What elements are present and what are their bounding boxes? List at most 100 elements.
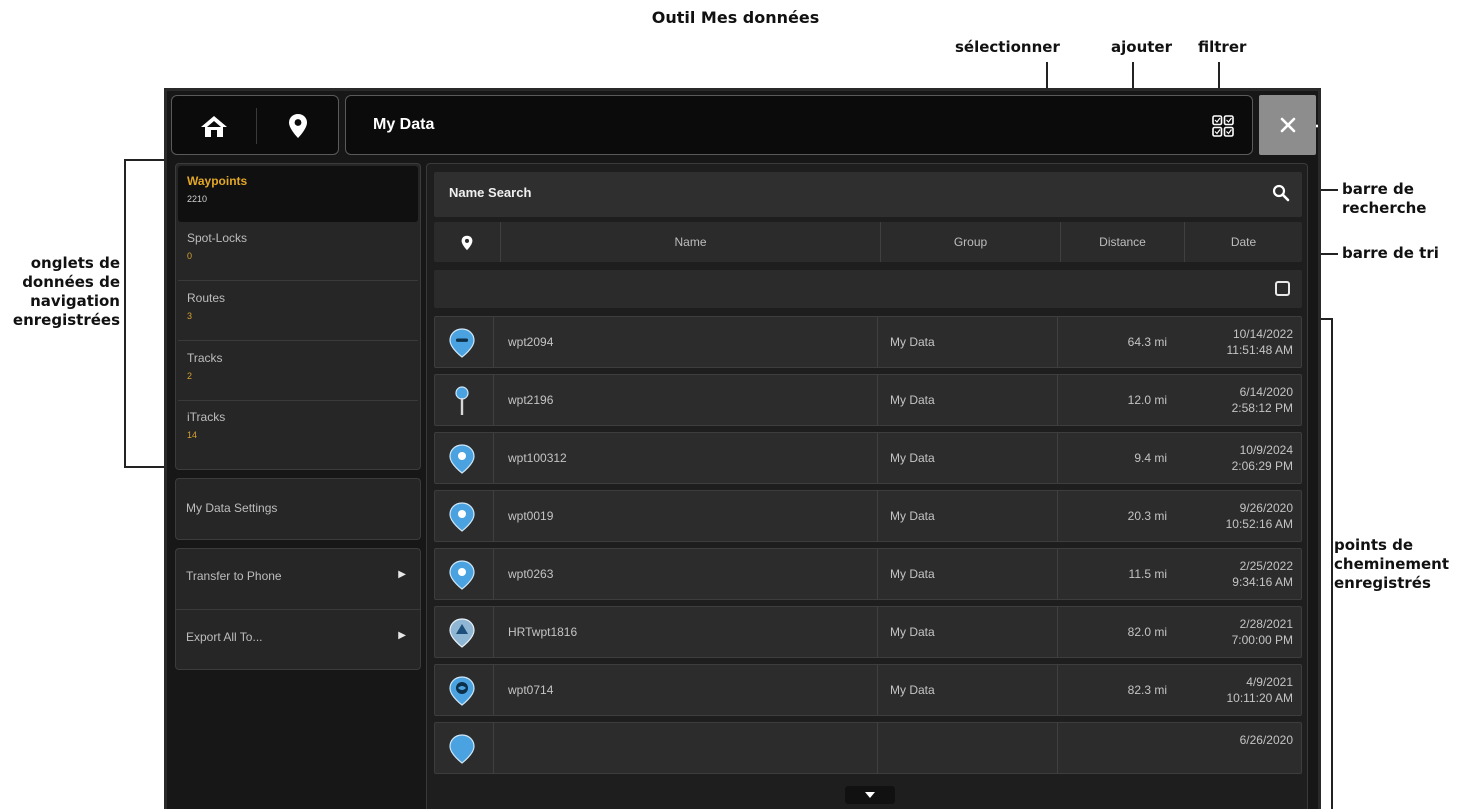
waypoint-name: wpt0714 — [493, 665, 877, 715]
waypoint-group: My Data — [877, 607, 1057, 657]
waypoint-date: 6/26/2020 — [1177, 723, 1301, 773]
close-button[interactable] — [1259, 95, 1316, 155]
waypoint-date: 4/9/2021 10:11:20 AM — [1177, 665, 1301, 715]
tab-count: 3 — [187, 311, 193, 321]
search-bar-annotation: barre de recherche — [1342, 180, 1427, 217]
waypoint-group: My Data — [877, 433, 1057, 483]
waypoint-name: wpt100312 — [493, 433, 877, 483]
waypoints-annotation: points de cheminement enregistrés — [1334, 536, 1450, 592]
waypoint-date-time: 9:34:16 AM — [1232, 575, 1293, 589]
select-button[interactable] — [1194, 96, 1252, 156]
my-data-settings-button[interactable]: My Data Settings — [175, 478, 421, 540]
figure-title: Outil Mes données — [651, 8, 820, 27]
tab-tracks[interactable]: Tracks 2 — [178, 343, 418, 401]
tab-count: 14 — [187, 430, 198, 440]
table-row[interactable]: wpt2196 My Data 12.0 mi 6/14/2020 2:58:12 PM — [434, 374, 1302, 426]
sort-date-column[interactable]: Date — [1184, 222, 1302, 262]
waypoint-date: 10/9/2024 2:06:29 PM — [1177, 433, 1301, 483]
waypoint-name: wpt2196 — [493, 375, 877, 425]
waypoint-group: My Data — [877, 375, 1057, 425]
tab-label: Tracks — [187, 351, 223, 365]
select-all-checkbox[interactable] — [1275, 281, 1290, 296]
sort-name-column[interactable]: Name — [500, 222, 880, 262]
waypoint-distance: 12.0 mi — [1057, 375, 1177, 425]
export-all-button[interactable]: Export All To... ▶ — [176, 609, 420, 669]
chevron-right-icon: ▶ — [398, 569, 406, 580]
waypoint-date-day: 2/25/2022 — [1239, 559, 1293, 573]
waypoint-date-day: 10/9/2024 — [1239, 443, 1293, 457]
sort-distance-column[interactable]: Distance — [1060, 222, 1184, 262]
waypoint-group: My Data — [877, 491, 1057, 541]
waypoint-group: My Data — [877, 665, 1057, 715]
top-bar: My Data — [171, 95, 1318, 156]
tab-routes[interactable]: Routes 3 — [178, 283, 418, 341]
waypoint-date: 10/14/2022 11:51:48 AM — [1177, 317, 1301, 367]
waypoint-circle-icon — [449, 734, 475, 764]
chevron-right-icon: ▶ — [398, 630, 406, 641]
table-row[interactable]: wpt0714 My Data 82.3 mi 4/9/2021 10:11:20 AM — [434, 664, 1302, 716]
waypoint-date-time: 10:11:20 AM — [1226, 691, 1294, 705]
tab-count: 2 — [187, 371, 193, 381]
waypoint-date: 6/14/2020 2:58:12 PM — [1177, 375, 1301, 425]
waypoint-drop-icon — [449, 444, 475, 474]
waypoint-pin-icon — [461, 235, 473, 251]
actions-panel: Transfer to Phone ▶ Export All To... ▶ — [175, 548, 421, 670]
waypoint-distance: 82.3 mi — [1057, 665, 1177, 715]
tab-label: iTracks — [187, 410, 226, 424]
home-button[interactable] — [172, 96, 256, 156]
waypoint-distance: 9.4 mi — [1057, 433, 1177, 483]
waypoint-drop-icon — [449, 502, 475, 532]
tabs-bracket-vertical — [124, 159, 126, 467]
select-all-bar — [434, 270, 1302, 308]
name-search-bar[interactable]: Name Search — [434, 172, 1302, 217]
search-label: Name Search — [449, 185, 532, 200]
waypoint-date-time: 10:52:16 AM — [1225, 517, 1293, 531]
waypoint-name: wpt2094 — [493, 317, 877, 367]
waypoint-date-day: 10/14/2022 — [1232, 327, 1293, 341]
table-row[interactable]: HRTwpt1816 My Data 82.0 mi 2/28/2021 7:00:00… — [434, 606, 1302, 658]
tab-spot-locks[interactable]: Spot-Locks 0 — [178, 223, 418, 281]
waypoint-date-day: 9/26/2020 — [1239, 501, 1293, 515]
scroll-down-button[interactable] — [845, 786, 895, 804]
waypoint-button[interactable] — [256, 96, 340, 156]
table-row[interactable]: 6/26/2020 — [434, 722, 1302, 774]
waypoint-date-time: 2:06:29 PM — [1231, 459, 1293, 473]
top-bar-nav-group — [171, 95, 339, 155]
waypoint-date-time: 2:58:12 PM — [1231, 401, 1293, 415]
waypoint-date-day: 6/26/2020 — [1239, 733, 1293, 747]
waypoint-group — [877, 723, 1057, 773]
select-annotation: sélectionner — [955, 38, 1060, 56]
waypoint-distance: 20.3 mi — [1057, 491, 1177, 541]
pushpin-icon — [455, 386, 469, 415]
search-icon[interactable] — [1272, 184, 1290, 202]
waypoints-bracket-vertical — [1331, 318, 1333, 809]
tab-waypoints[interactable]: Waypoints 2210 — [178, 166, 418, 222]
sort-icon-column[interactable] — [434, 222, 500, 262]
waypoint-distance: 64.3 mi — [1057, 317, 1177, 367]
waypoint-group: My Data — [877, 317, 1057, 367]
waypoint-group: My Data — [877, 549, 1057, 599]
waypoint-date: 2/25/2022 9:34:16 AM — [1177, 549, 1301, 599]
tab-itracks[interactable]: iTracks 14 — [178, 402, 418, 460]
waypoint-distance — [1057, 723, 1177, 773]
table-row[interactable]: wpt0019 My Data 20.3 mi 9/26/2020 10:52:16 A… — [434, 490, 1302, 542]
home-icon — [201, 116, 227, 137]
waypoint-date: 9/26/2020 10:52:16 AM — [1177, 491, 1301, 541]
action-label: Transfer to Phone — [186, 569, 282, 583]
my-data-screen: My Data Waypoints 2210 Spot-Locks 0 Rout… — [164, 88, 1321, 809]
waypoint-date-day: 6/14/2020 — [1239, 385, 1293, 399]
sort-bar-annotation: barre de tri — [1342, 244, 1439, 262]
waypoint-name — [493, 723, 877, 773]
settings-label: My Data Settings — [186, 501, 278, 515]
table-row[interactable]: wpt0263 My Data 11.5 mi 2/25/2022 9:34:16 AM — [434, 548, 1302, 600]
waypoint-fish-icon — [449, 676, 475, 706]
tab-count: 0 — [187, 251, 193, 261]
chevron-down-icon — [865, 792, 875, 798]
waypoint-name: wpt0019 — [493, 491, 877, 541]
table-row[interactable]: wpt100312 My Data 9.4 mi 10/9/2024 2:06:29 P… — [434, 432, 1302, 484]
transfer-to-phone-button[interactable]: Transfer to Phone ▶ — [176, 549, 420, 609]
sort-group-column[interactable]: Group — [880, 222, 1060, 262]
table-row[interactable]: wpt2094 My Data 64.3 mi 10/14/2022 11:51:48 … — [434, 316, 1302, 368]
page-title: My Data — [373, 116, 435, 133]
waypoint-date-time: 11:51:48 AM — [1226, 343, 1294, 357]
